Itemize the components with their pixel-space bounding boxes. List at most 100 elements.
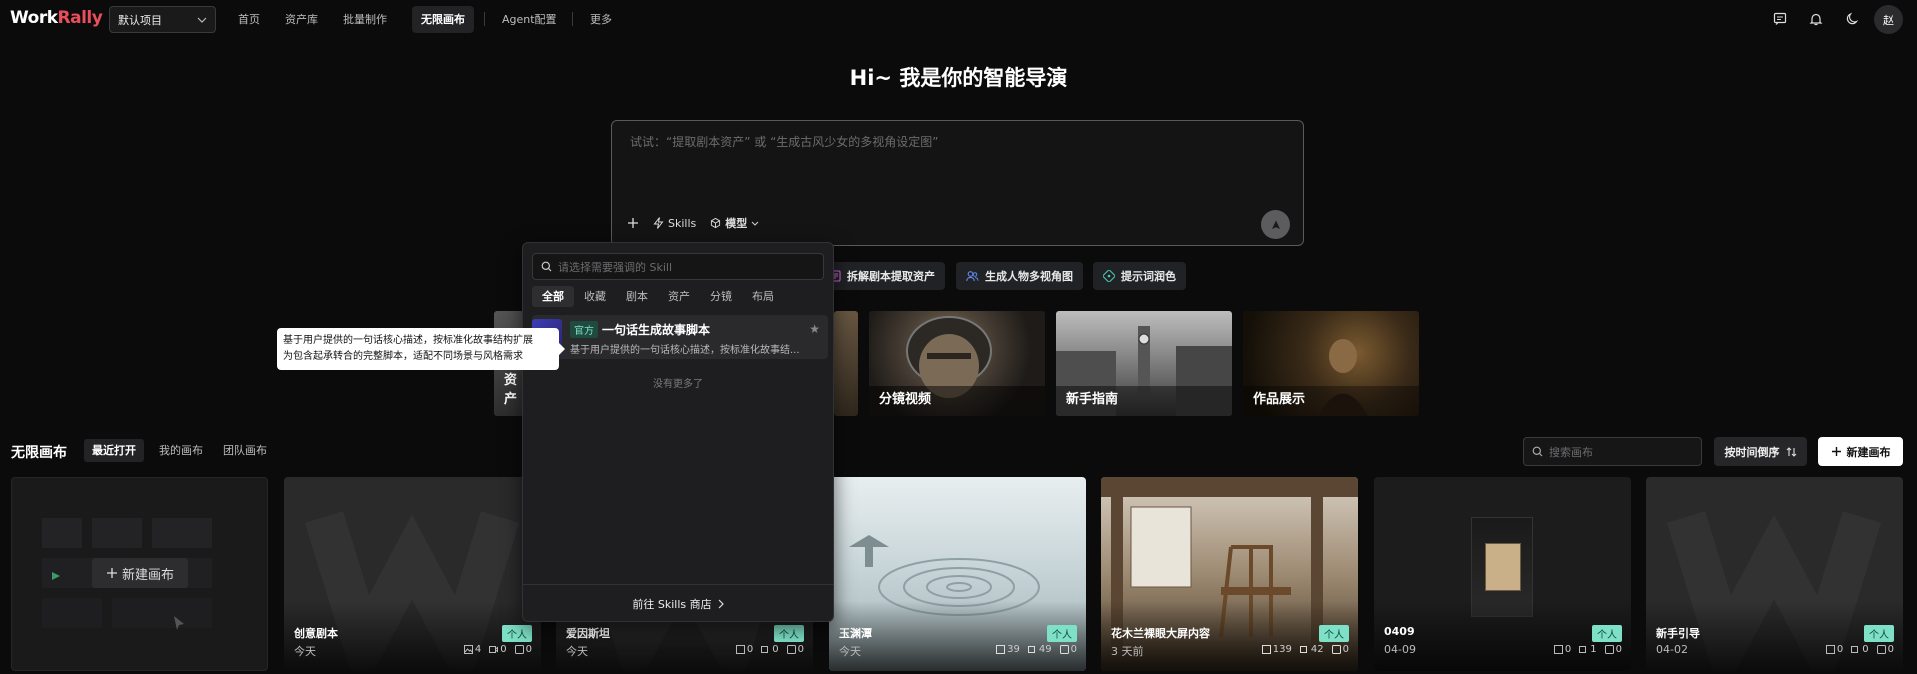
new-canvas-card[interactable]: 新建画布 <box>11 477 268 671</box>
file-count: 0 <box>1604 644 1622 655</box>
star-icon[interactable]: ★ <box>809 322 820 336</box>
section-title: 无限画布 <box>11 445 67 461</box>
sort-button[interactable]: 按时间倒序 <box>1714 437 1807 466</box>
nav-batch[interactable]: 批量制作 <box>343 9 387 31</box>
moon-icon[interactable] <box>1843 9 1863 29</box>
image-icon <box>1825 645 1835 654</box>
card-badge: 个人 <box>1864 625 1894 642</box>
skill-tab-storyboard[interactable]: 分镜 <box>700 286 742 307</box>
file-icon <box>1059 645 1069 654</box>
tab-mine[interactable]: 我的画布 <box>151 439 211 462</box>
quick-action-label: 提示词润色 <box>1121 270 1176 283</box>
canvas-search-placeholder: 搜索画布 <box>1549 445 1593 459</box>
card-date: 今天 <box>294 645 316 658</box>
logo-text-accent: Rally <box>57 8 103 28</box>
quick-action-multiview[interactable]: 生成人物多视角图 <box>956 262 1083 290</box>
plus-icon <box>1831 447 1841 456</box>
canvas-search-input[interactable]: 搜索画布 <box>1523 437 1702 466</box>
official-badge: 官方 <box>570 321 598 338</box>
feature-card-partial[interactable] <box>834 311 858 416</box>
video-icon <box>1299 646 1307 653</box>
card-date: 3 天前 <box>1111 645 1144 658</box>
tab-recent[interactable]: 最近打开 <box>84 439 144 462</box>
video-count: 42 <box>1299 644 1324 655</box>
nav-canvas[interactable]: 无限画布 <box>412 6 474 33</box>
feature-card-guide[interactable]: 新手指南 <box>1056 311 1232 416</box>
skills-store-label: 前往 Skills 商店 <box>632 597 712 611</box>
image-count: 4 <box>463 644 481 655</box>
file-count: 0 <box>1059 644 1077 655</box>
file-count: 0 <box>1331 644 1349 655</box>
skill-tooltip: 基于用户提供的一句话核心描述，按标准化故事结构扩展 为包含起承转合的完整脚本，适… <box>277 328 565 370</box>
image-icon <box>996 645 1006 654</box>
canvas-card[interactable]: 创意剧本 今天 个人 4 0 0 <box>284 477 541 671</box>
nav-agent[interactable]: Agent配置 <box>502 9 557 31</box>
bell-icon[interactable] <box>1806 9 1826 29</box>
feature-card-storyboard[interactable]: 分镜视频 <box>869 311 1045 416</box>
tooltip-line: 基于用户提供的一句话核心描述，按标准化故事结构扩展 <box>283 335 533 346</box>
skill-description: 基于用户提供的一句话核心描述，按标准化故事结... <box>570 345 800 356</box>
feature-label: 作品展示 <box>1253 392 1306 407</box>
new-canvas-button[interactable]: 新建画布 <box>1818 437 1903 466</box>
send-button[interactable] <box>1261 210 1290 239</box>
prompt-box[interactable]: 试试：“提取剧本资产” 或 “生成古风少女的多视角设定图” Skills 模型 <box>611 120 1304 246</box>
image-count: 0 <box>1825 644 1843 655</box>
new-canvas-card-button[interactable]: 新建画布 <box>92 558 188 588</box>
card-date: 今天 <box>566 645 588 658</box>
new-canvas-card-label: 新建画布 <box>121 567 174 583</box>
hero-title: Hi~ 我是你的智能导演 <box>849 66 1068 90</box>
users-icon <box>966 271 979 282</box>
quick-action-polish[interactable]: 提示词润色 <box>1093 262 1186 290</box>
card-date: 04-02 <box>1656 643 1688 656</box>
skill-tab-favorites[interactable]: 收藏 <box>574 286 616 307</box>
video-icon <box>1851 646 1859 653</box>
quick-action-extract-assets[interactable]: 拆解剧本提取资产 <box>820 262 945 290</box>
skill-tab-script[interactable]: 剧本 <box>616 286 658 307</box>
video-count: 1 <box>1579 644 1597 655</box>
sort-label: 按时间倒序 <box>1724 445 1780 459</box>
logo-text-main: Work <box>10 8 58 28</box>
skill-category-tabs: 全部 收藏 剧本 资产 分镜 布局 <box>532 286 784 307</box>
image-count: 0 <box>1553 644 1571 655</box>
nav-more[interactable]: 更多 <box>590 9 612 31</box>
quick-action-label: 拆解剧本提取资产 <box>847 270 935 283</box>
user-avatar[interactable]: 赵 <box>1874 5 1903 34</box>
video-icon <box>489 646 499 653</box>
skill-tab-assets[interactable]: 资产 <box>658 286 700 307</box>
skills-store-link[interactable]: 前往 Skills 商店 <box>523 584 833 622</box>
card-stats: 139 42 0 <box>1261 644 1349 655</box>
video-count: 0 <box>761 644 779 655</box>
canvas-card[interactable]: 0409 04-09 个人 0 1 0 <box>1374 477 1631 671</box>
card-stats: 4 0 0 <box>463 644 532 655</box>
sort-icon <box>1786 446 1796 457</box>
prompt-input[interactable]: 试试：“提取剧本资产” 或 “生成古风少女的多视角设定图” <box>630 133 939 150</box>
quick-action-label: 生成人物多视角图 <box>985 270 1073 283</box>
card-stats: 0 1 0 <box>1553 644 1622 655</box>
skill-tab-all[interactable]: 全部 <box>532 286 574 307</box>
project-select-value: 默认项目 <box>118 13 162 27</box>
skill-tab-layout[interactable]: 布局 <box>742 286 784 307</box>
canvas-card[interactable]: 玉渊潭 今天 个人 39 49 0 <box>829 477 1086 671</box>
card-stats: 0 0 0 <box>735 644 804 655</box>
image-icon <box>463 645 473 654</box>
nav-home[interactable]: 首页 <box>238 9 260 31</box>
skill-search-input[interactable]: 请选择需要强调的 Skill <box>532 253 824 280</box>
project-select[interactable]: 默认项目 <box>109 6 216 33</box>
file-icon <box>1604 645 1614 654</box>
canvas-card[interactable]: 花木兰裸眼大屏内容 3 天前 个人 139 42 0 <box>1101 477 1358 671</box>
feature-card-showcase[interactable]: 作品展示 <box>1243 311 1419 416</box>
canvas-card[interactable]: 新手引导 04-02 个人 0 0 0 <box>1646 477 1903 671</box>
add-button[interactable] <box>627 217 639 229</box>
skills-button[interactable]: Skills <box>653 217 696 230</box>
message-icon[interactable] <box>1770 9 1790 29</box>
tab-team[interactable]: 团队画布 <box>215 439 275 462</box>
nav-assets[interactable]: 资产库 <box>285 9 318 31</box>
image-count: 139 <box>1261 644 1292 655</box>
model-select[interactable]: 模型 <box>710 215 759 231</box>
skill-item[interactable]: 官方 一句话生成故事脚本 基于用户提供的一句话核心描述，按标准化故事结... ★ <box>532 315 828 359</box>
app-logo[interactable]: WorkRally <box>10 8 103 28</box>
card-title: 玉渊潭 <box>839 627 872 640</box>
new-canvas-label: 新建画布 <box>1846 445 1891 459</box>
file-icon <box>1876 645 1886 654</box>
feature-label: 分镜视频 <box>879 392 932 407</box>
